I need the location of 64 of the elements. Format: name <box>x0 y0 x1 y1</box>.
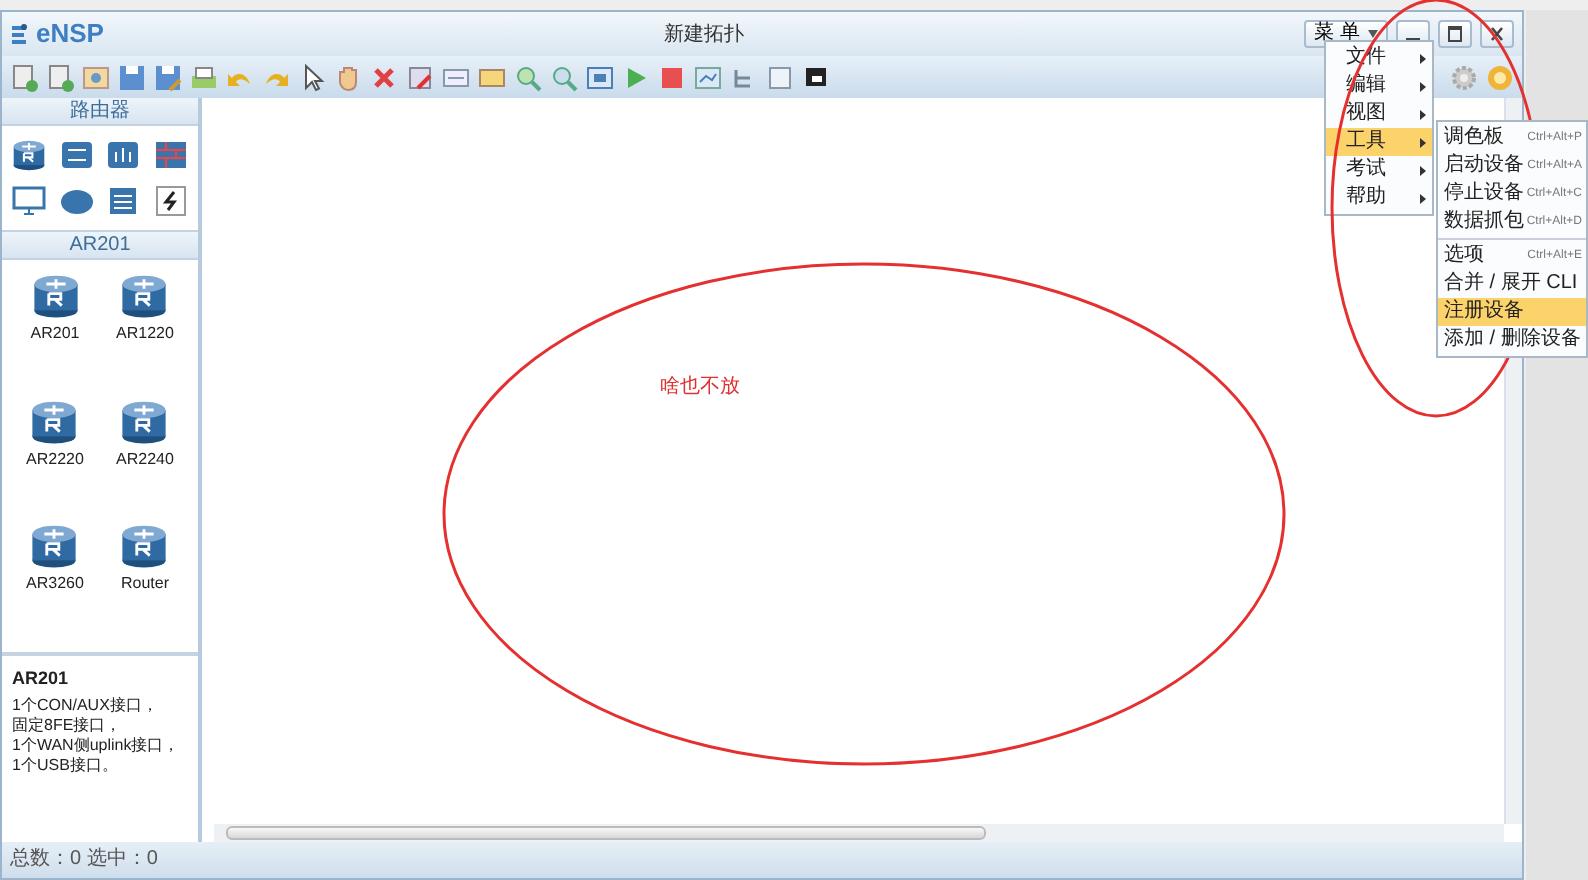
menu-item[interactable]: 工具 <box>1326 128 1432 156</box>
router-icon[interactable] <box>120 272 169 320</box>
rectangle-icon[interactable] <box>478 63 506 91</box>
device-header: AR201 <box>2 232 198 260</box>
device-label: AR201 <box>30 322 80 346</box>
menu-item[interactable]: 合并 / 展开 CLI <box>1438 270 1586 298</box>
print-icon[interactable] <box>190 63 218 91</box>
firewall-icon[interactable] <box>153 138 188 172</box>
router-icon[interactable] <box>120 397 169 446</box>
fit-icon[interactable] <box>586 63 614 91</box>
router-icon[interactable] <box>12 138 47 172</box>
device-label: AR2220 <box>26 447 84 472</box>
screen-icon[interactable] <box>802 63 830 91</box>
play-icon[interactable] <box>622 63 650 91</box>
status-bar-text: 总数：0 选中：0 <box>2 842 1522 878</box>
zoom-in-icon[interactable] <box>514 63 542 91</box>
maximize-icon <box>1448 26 1462 42</box>
device-description: 1个CON/AUX接口， 固定8FE接口， 1个WAN侧uplink接口， 1个USB接口。 <box>12 696 182 776</box>
router-icon[interactable] <box>120 522 169 571</box>
delete-icon[interactable] <box>370 63 398 91</box>
cloud-icon[interactable] <box>59 184 94 218</box>
submenu-arrow-icon <box>1420 81 1426 91</box>
info-title: AR201 <box>12 668 71 688</box>
submenu-arrow-icon <box>1420 109 1426 119</box>
device-label: AR1220 <box>116 322 174 346</box>
new-file-icon[interactable] <box>10 63 38 91</box>
device-label: Router <box>120 572 169 597</box>
maximize-button[interactable] <box>1438 20 1472 48</box>
horizontal-scrollbar[interactable] <box>214 824 1504 842</box>
menu-item[interactable]: 注册设备 <box>1438 298 1586 326</box>
submenu-arrow-icon <box>1420 193 1426 203</box>
category-header: 路由器 <box>2 98 198 126</box>
menu-item[interactable]: 帮助 <box>1326 184 1432 212</box>
stop-icon[interactable] <box>658 63 686 91</box>
router-icon[interactable] <box>31 272 79 320</box>
submenu-arrow-icon <box>1420 165 1426 175</box>
scrollbar-thumb[interactable] <box>226 826 986 840</box>
server-icon[interactable] <box>106 184 141 218</box>
new-file-icon[interactable] <box>46 63 74 91</box>
submenu-arrow-icon <box>1420 53 1426 63</box>
device-label: AR3260 <box>26 572 84 597</box>
device-label: AR2240 <box>116 447 174 472</box>
save-icon[interactable] <box>154 63 182 91</box>
switch-icon[interactable] <box>59 138 94 172</box>
image-icon[interactable] <box>82 63 110 91</box>
app-name: eNSP <box>36 16 104 53</box>
submenu-arrow-icon <box>1420 137 1426 147</box>
logo-icon <box>10 23 28 45</box>
text-icon[interactable] <box>442 63 470 91</box>
annotation-text: 啥也不放 <box>660 373 740 402</box>
zoom-out-icon[interactable] <box>550 63 578 91</box>
router-icon[interactable] <box>30 397 79 446</box>
menu-item[interactable]: 添加 / 删除设备 <box>1438 326 1586 354</box>
link-icon[interactable] <box>153 184 188 218</box>
gear-icon[interactable] <box>1450 63 1478 91</box>
help-icon[interactable] <box>1486 63 1514 91</box>
window-title: 新建拓扑 <box>662 21 747 49</box>
save-icon[interactable] <box>118 63 146 91</box>
menu-item[interactable]: 视图 <box>1326 100 1432 128</box>
eraser-icon[interactable] <box>406 63 434 91</box>
router-icon[interactable] <box>30 522 79 571</box>
close-icon <box>1490 26 1504 42</box>
menu-item[interactable]: 考试 <box>1326 156 1432 184</box>
pc-icon[interactable] <box>12 184 47 218</box>
